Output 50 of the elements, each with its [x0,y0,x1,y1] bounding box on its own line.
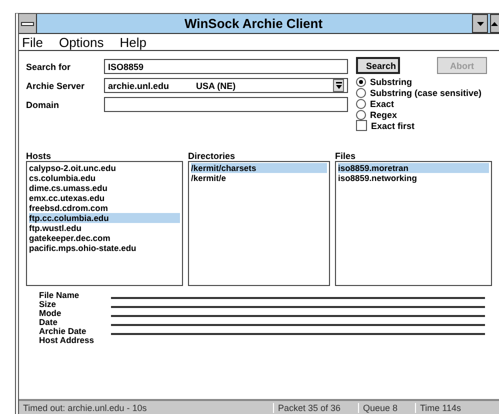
status-text: Timed out: archie.unl.edu - 10s [22,403,148,413]
list-item[interactable]: pacific.mps.ohio-state.edu [29,243,180,253]
list-item[interactable]: cs.columbia.edu [29,173,180,183]
menu-item[interactable]: Help [120,34,147,50]
search-field[interactable]: ISO8859 [104,59,348,74]
detail-label: File Name [39,291,80,300]
detail-label: Mode [39,309,62,318]
radio-icon[interactable] [356,110,366,120]
list-title: Files [335,151,357,161]
menu-item[interactable]: Options [58,34,104,50]
push-button[interactable]: Search [356,57,400,74]
list-item[interactable]: emx.cc.utexas.edu [29,193,180,203]
list-item[interactable]: /kermit/e [191,173,327,183]
radio-icon[interactable] [356,76,366,86]
status-text: Packet 35 of 36 [273,403,358,413]
detail-label: Archie Date [39,327,88,336]
list-item[interactable]: gatekeeper.dec.com [29,233,180,243]
list-item[interactable]: calypso-2.oit.unc.edu [29,163,180,173]
minimize-icon[interactable] [472,14,488,33]
list-item[interactable]: ftp.cc.columbia.edu [29,213,180,223]
list-item[interactable]: freebsd.cdrom.com [29,203,180,213]
menu-item[interactable]: File [22,34,43,50]
detail-label: Size [39,300,58,309]
status-text: Time 114s [415,403,499,413]
list-item[interactable]: ftp.wustl.edu [29,223,180,233]
list-item[interactable]: dime.cs.umass.edu [29,183,180,193]
detail-label: Date [39,318,58,327]
server-dropdown[interactable]: archie.unl.edu USA (NE) [104,78,348,93]
checkbox-icon[interactable] [356,120,367,131]
status-text: Queue 8 [358,403,415,413]
list-item[interactable]: /kermit/charsets [191,163,327,173]
system-menu-icon[interactable] [19,14,37,33]
radio-option[interactable]: Exact [356,98,492,109]
detail-label: Host Address [39,336,95,345]
list-item[interactable]: iso8859.moretran [338,163,489,173]
field-label: Search for [26,62,72,72]
radio-option[interactable]: Substring (case sensitive) [356,87,492,98]
domain-field[interactable] [104,97,348,112]
radio-icon[interactable] [356,98,366,108]
list-title: Hosts [26,151,52,161]
maximize-icon[interactable] [490,14,499,33]
checkbox-option[interactable]: Exact first [356,120,492,131]
field-label: Domain [26,100,60,110]
field-label: Archie Server [26,80,86,90]
window-title: WinSock Archie Client [183,16,324,31]
list-title: Directories [188,151,236,161]
radio-option[interactable]: Substring [356,76,492,87]
list-item[interactable]: iso8859.networking [338,173,489,183]
radio-option[interactable]: Regex [356,109,492,120]
radio-icon[interactable] [356,88,366,98]
